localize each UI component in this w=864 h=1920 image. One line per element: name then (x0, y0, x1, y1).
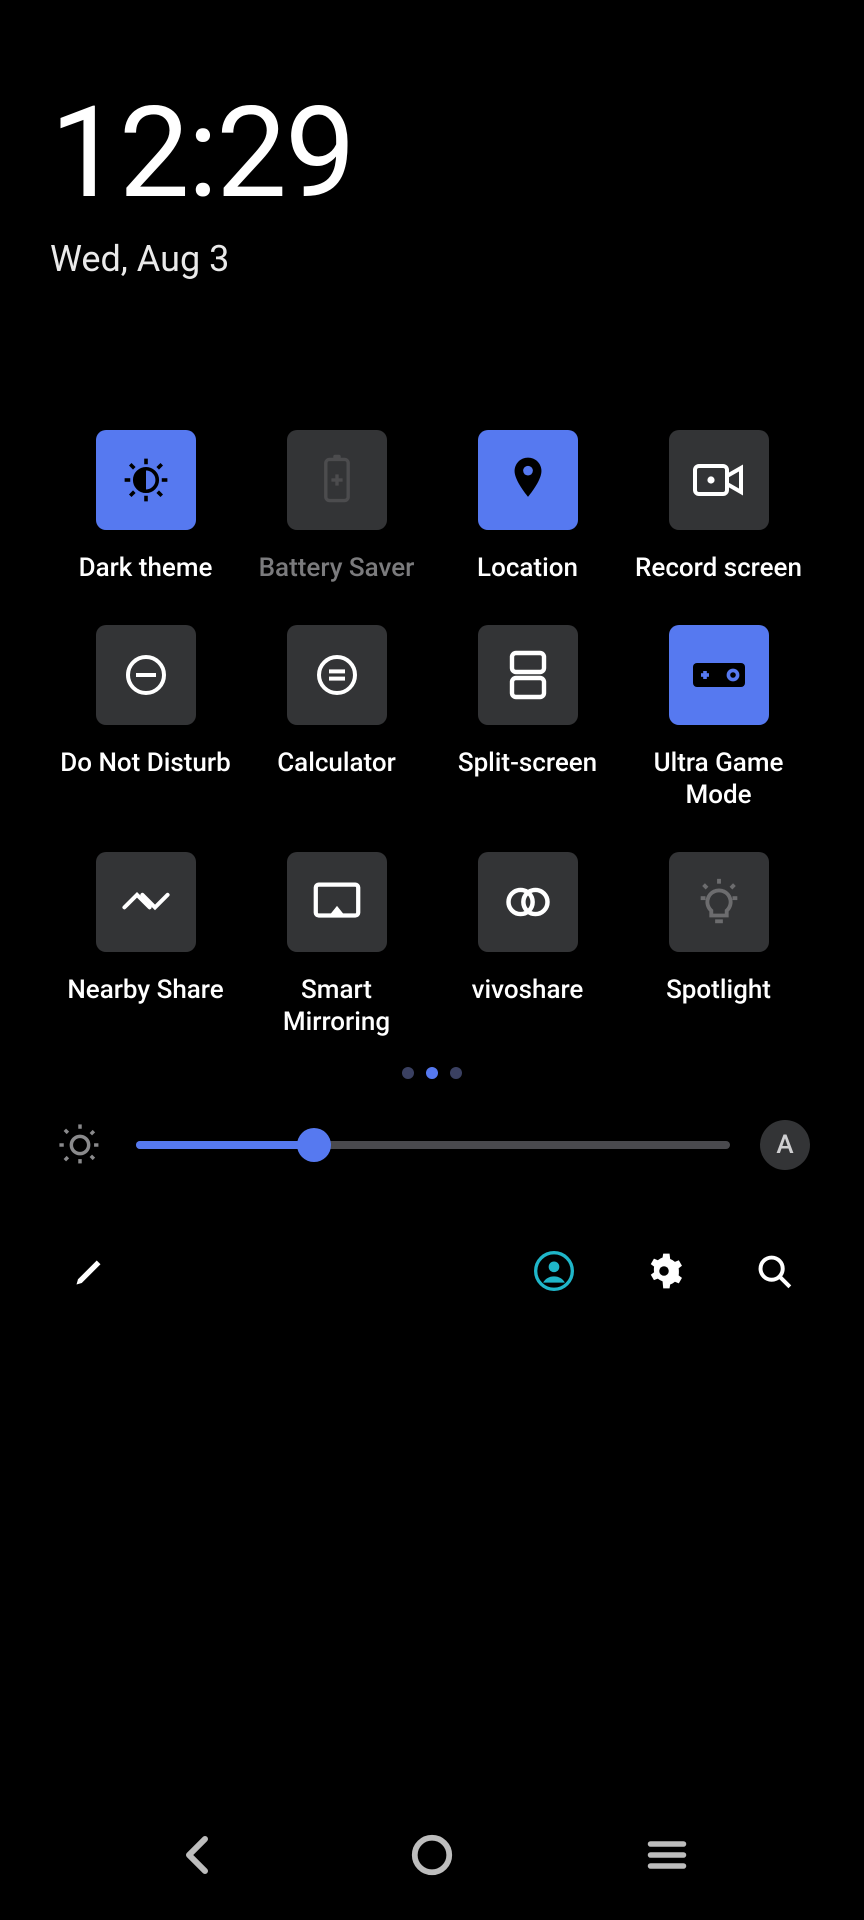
tile-spotlight[interactable]: Spotlight (623, 852, 814, 1039)
pager-dot-1 (426, 1067, 438, 1079)
auto-brightness-toggle[interactable]: A (760, 1120, 810, 1170)
panel-toolbar (50, 1241, 814, 1301)
vivoshare-icon (502, 882, 554, 922)
search-icon (755, 1252, 793, 1290)
tile-smart-mirroring[interactable]: Smart Mirroring (241, 852, 432, 1039)
tile-spotlight-box (669, 852, 769, 952)
gear-icon (645, 1252, 683, 1290)
tile-split-screen-label: Split-screen (458, 747, 597, 780)
tile-split-screen-box (478, 625, 578, 725)
page-indicator (50, 1067, 814, 1079)
brightness-control: A (50, 1119, 814, 1171)
tile-calculator[interactable]: Calculator (241, 625, 432, 812)
brightness-fill (136, 1141, 314, 1149)
tile-ultra-game-mode[interactable]: Ultra Game Mode (623, 625, 814, 812)
tile-calculator-box (287, 625, 387, 725)
tile-battery-saver[interactable]: Battery Saver (241, 430, 432, 585)
cast-icon (310, 880, 364, 924)
location-pin-icon (505, 452, 551, 508)
quick-settings-grid: Dark theme Battery Saver (50, 430, 814, 1039)
tile-record-screen-label: Record screen (635, 552, 802, 585)
lightbulb-icon (695, 875, 743, 929)
tile-spotlight-label: Spotlight (666, 974, 771, 1007)
tile-dnd-label: Do Not Disturb (60, 747, 230, 780)
nearby-share-icon (119, 884, 173, 920)
dnd-icon (122, 651, 170, 699)
system-nav-bar (0, 1800, 864, 1920)
tile-nearby-share-box (96, 852, 196, 952)
calculator-icon (313, 651, 361, 699)
nav-back-button[interactable] (137, 1825, 257, 1885)
tile-dnd-box (96, 625, 196, 725)
clock-date: Wed, Aug 3 (50, 238, 814, 280)
nav-home-button[interactable] (372, 1825, 492, 1885)
user-button[interactable] (524, 1241, 584, 1301)
tile-ultra-game-label: Ultra Game Mode (629, 747, 809, 812)
chevron-left-icon (177, 1831, 217, 1879)
video-camera-icon (691, 459, 747, 501)
tile-split-screen[interactable]: Split-screen (432, 625, 623, 812)
tile-ultra-game-box (669, 625, 769, 725)
tile-location-label: Location (477, 552, 578, 585)
pager-dot-0 (402, 1067, 414, 1079)
settings-button[interactable] (634, 1241, 694, 1301)
circle-icon (409, 1832, 455, 1878)
tile-dark-theme-box (96, 430, 196, 530)
tile-do-not-disturb[interactable]: Do Not Disturb (50, 625, 241, 812)
user-avatar-icon (534, 1251, 574, 1291)
pencil-icon (72, 1253, 108, 1289)
tile-nearby-share-label: Nearby Share (67, 974, 223, 1007)
clock-time: 12:29 (50, 90, 814, 216)
tile-dark-theme-label: Dark theme (79, 552, 213, 585)
tile-record-screen-box (669, 430, 769, 530)
tile-nearby-share[interactable]: Nearby Share (50, 852, 241, 1039)
tile-location[interactable]: Location (432, 430, 623, 585)
tile-record-screen[interactable]: Record screen (623, 430, 814, 585)
tile-vivoshare-label: vivoshare (472, 974, 584, 1007)
tile-battery-saver-box (287, 430, 387, 530)
brightness-slider[interactable] (136, 1141, 730, 1149)
gamepad-icon (689, 655, 749, 695)
tile-smart-mirror-box (287, 852, 387, 952)
dark-theme-icon (119, 453, 173, 507)
search-button[interactable] (744, 1241, 804, 1301)
tile-calculator-label: Calculator (277, 747, 396, 780)
battery-icon (314, 452, 360, 508)
status-header: 12:29 Wed, Aug 3 (50, 0, 814, 280)
split-screen-icon (506, 649, 550, 701)
tile-vivoshare-box (478, 852, 578, 952)
pager-dot-2 (450, 1067, 462, 1079)
tile-location-box (478, 430, 578, 530)
tile-smart-mirror-label: Smart Mirroring (247, 974, 427, 1039)
brightness-thumb[interactable] (297, 1128, 331, 1162)
brightness-icon (54, 1119, 106, 1171)
edit-button[interactable] (60, 1241, 120, 1301)
tile-dark-theme[interactable]: Dark theme (50, 430, 241, 585)
tile-vivoshare[interactable]: vivoshare (432, 852, 623, 1039)
menu-bars-icon (645, 1837, 689, 1873)
tile-battery-saver-label: Battery Saver (259, 552, 415, 585)
nav-recents-button[interactable] (607, 1825, 727, 1885)
